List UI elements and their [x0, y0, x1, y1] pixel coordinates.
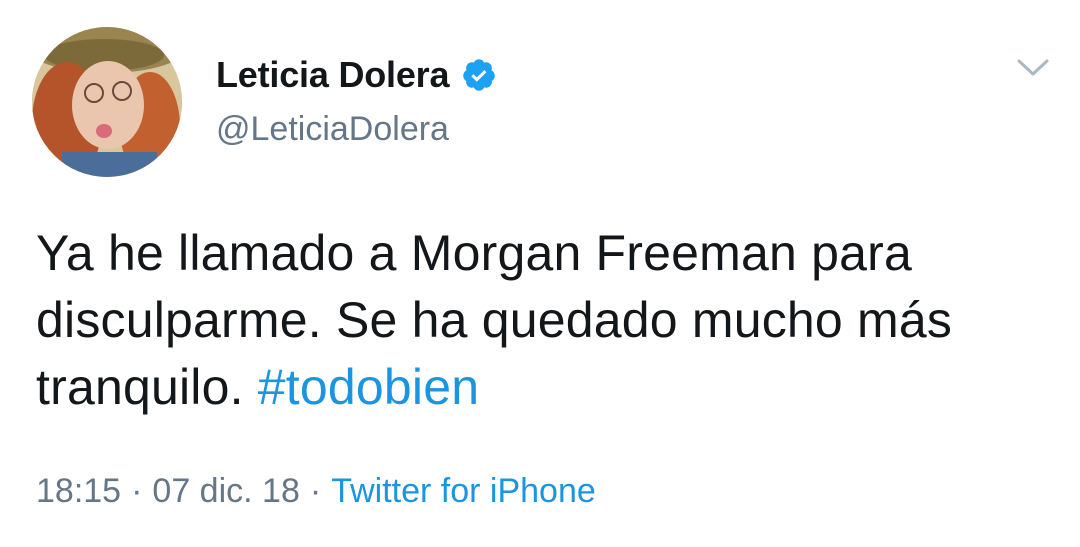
display-name[interactable]: Leticia Dolera: [216, 54, 449, 96]
tweet-text: Ya he llamado a Morgan Freeman para disc…: [36, 220, 1056, 421]
tweet-date[interactable]: 07 dic. 18: [152, 472, 299, 510]
tweet-time[interactable]: 18:15: [36, 472, 121, 510]
hashtag-link[interactable]: #todobien: [258, 359, 479, 415]
tweet-metadata: 18:15 · 07 dic. 18 · Twitter for iPhone: [36, 472, 596, 511]
verified-badge-icon: [463, 59, 496, 91]
tweet-card: Leticia Dolera @LeticiaDolera Ya he llam…: [0, 0, 1080, 547]
chevron-down-icon[interactable]: [1014, 52, 1052, 82]
avatar[interactable]: [32, 27, 182, 177]
tweet-body: Ya he llamado a Morgan Freeman para disc…: [36, 225, 953, 415]
avatar-image: [32, 27, 182, 177]
separator-dot: ·: [131, 472, 143, 510]
tweet-source-link[interactable]: Twitter for iPhone: [331, 472, 596, 510]
author-name-row: Leticia Dolera: [216, 53, 497, 97]
user-handle[interactable]: @LeticiaDolera: [216, 110, 449, 149]
separator-dot: ·: [309, 472, 322, 510]
